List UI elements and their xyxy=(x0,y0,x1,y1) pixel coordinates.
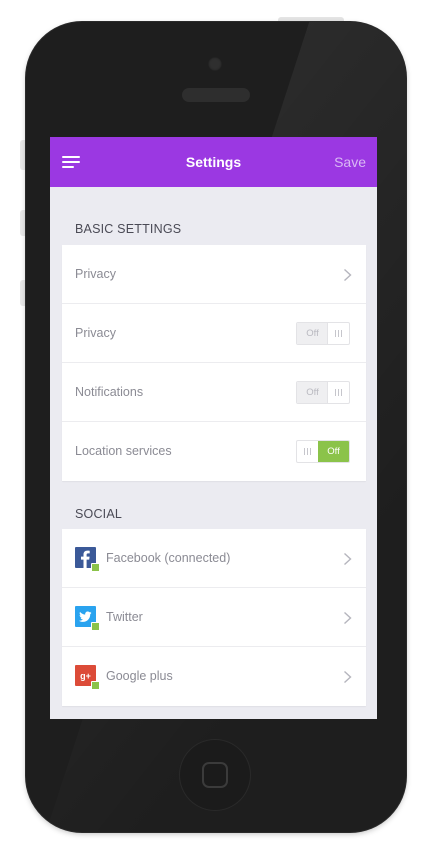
settings-row-privacy-toggle: Privacy Off xyxy=(62,304,366,363)
front-camera xyxy=(208,57,222,71)
section-heading-social: SOCIAL xyxy=(75,507,123,521)
row-label: Notifications xyxy=(75,385,144,399)
settings-row-privacy-link[interactable]: Privacy xyxy=(62,245,366,304)
connected-check-icon xyxy=(91,681,100,690)
app-screen: Settings Save BASIC SETTINGS Privacy Pri… xyxy=(50,137,377,719)
toggle-state-text: Off xyxy=(318,441,349,462)
home-button xyxy=(180,740,250,810)
social-card: Facebook (connected) Twitter g+ Google p… xyxy=(62,529,366,706)
social-row-twitter[interactable]: Twitter xyxy=(62,588,366,647)
row-label: Location services xyxy=(75,444,172,458)
row-label: Twitter xyxy=(106,610,143,624)
location-services-toggle[interactable]: Off xyxy=(296,440,350,463)
toggle-state-text: Off xyxy=(297,323,328,344)
page-title: Settings xyxy=(185,154,242,170)
chevron-right-icon xyxy=(344,611,352,625)
chevron-right-icon xyxy=(344,670,352,684)
home-square-icon xyxy=(202,762,228,788)
settings-row-notifications: Notifications Off xyxy=(62,363,366,422)
chevron-right-icon xyxy=(344,268,352,282)
notifications-toggle[interactable]: Off xyxy=(296,381,350,404)
hamburger-menu-icon[interactable] xyxy=(62,156,82,170)
earpiece-speaker xyxy=(182,88,250,102)
social-row-google-plus[interactable]: g+ Google plus xyxy=(62,647,366,706)
privacy-toggle[interactable]: Off xyxy=(296,322,350,345)
section-heading-basic-settings: BASIC SETTINGS xyxy=(75,222,182,236)
settings-row-location-services: Location services Off xyxy=(62,422,366,481)
toggle-state-text: Off xyxy=(297,382,328,403)
toggle-grip-icon xyxy=(327,382,349,403)
facebook-icon xyxy=(75,547,100,572)
connected-check-icon xyxy=(91,622,100,631)
row-label: Google plus xyxy=(106,669,173,683)
chevron-right-icon xyxy=(344,552,352,566)
google-plus-icon: g+ xyxy=(75,665,100,690)
toggle-grip-icon xyxy=(327,323,349,344)
save-button[interactable]: Save xyxy=(334,137,366,187)
twitter-icon xyxy=(75,606,100,631)
connected-check-icon xyxy=(91,563,100,572)
basic-settings-card: Privacy Privacy Off Notifications Off Lo… xyxy=(62,245,366,481)
row-label: Privacy xyxy=(75,267,116,281)
toggle-grip-icon xyxy=(297,441,319,462)
app-header: Settings Save xyxy=(50,137,377,187)
row-label: Facebook (connected) xyxy=(106,551,231,565)
svg-text:g+: g+ xyxy=(80,671,91,681)
row-label: Privacy xyxy=(75,326,116,340)
phone-frame: Settings Save BASIC SETTINGS Privacy Pri… xyxy=(26,22,406,832)
social-row-facebook[interactable]: Facebook (connected) xyxy=(62,529,366,588)
